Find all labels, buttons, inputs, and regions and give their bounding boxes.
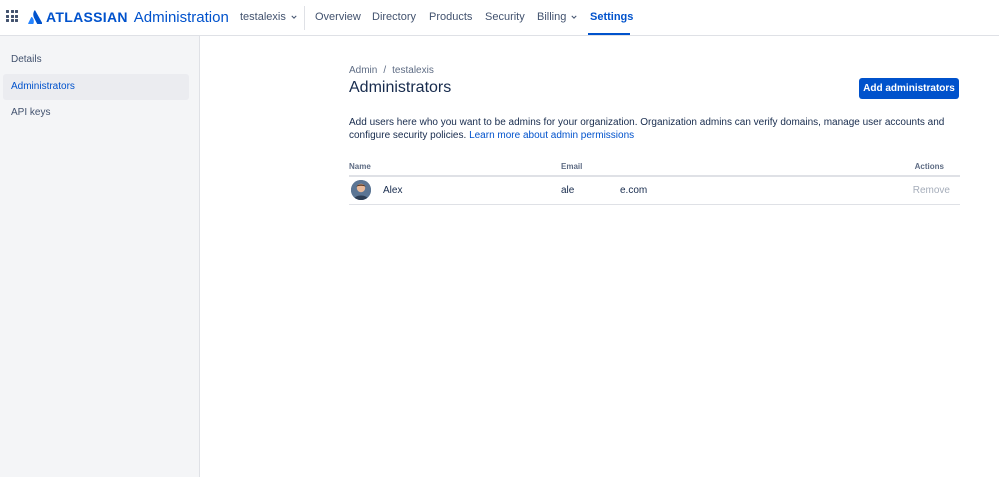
nav-divider	[304, 6, 305, 30]
top-navigation: ATLASSIAN Administration testalexis Over…	[0, 0, 999, 36]
tab-billing-label: Billing	[537, 11, 567, 23]
page-description: Add users here who you want to be admins…	[349, 116, 949, 142]
sidebar-item-details[interactable]: Details	[3, 47, 189, 73]
atlassian-logo[interactable]: ATLASSIAN Administration	[28, 8, 229, 26]
admin-name: Alex	[383, 185, 403, 196]
breadcrumb-org[interactable]: testalexis	[392, 65, 434, 76]
tab-products[interactable]: Products	[429, 11, 472, 23]
column-header-email: Email	[561, 162, 583, 171]
header-divider	[349, 175, 960, 177]
column-header-actions: Actions	[914, 162, 944, 171]
avatar	[351, 180, 371, 200]
chevron-down-icon	[571, 15, 577, 19]
description-text: Add users here who you want to be admins…	[349, 117, 945, 141]
tab-directory[interactable]: Directory	[372, 11, 416, 23]
tab-overview[interactable]: Overview	[315, 11, 361, 23]
user-photo-icon	[351, 180, 371, 200]
product-name: Administration	[133, 8, 229, 26]
tab-billing[interactable]: Billing	[537, 11, 577, 23]
remove-button[interactable]: Remove	[913, 185, 950, 196]
admin-email-end: e.com	[620, 185, 648, 196]
sidebar-item-administrators[interactable]: Administrators	[3, 74, 189, 100]
tab-security[interactable]: Security	[485, 11, 525, 23]
admin-email-start: ale	[561, 185, 575, 196]
brand-wordmark: ATLASSIAN	[46, 9, 128, 25]
tab-settings[interactable]: Settings	[590, 11, 633, 23]
breadcrumb-admin[interactable]: Admin	[349, 65, 377, 76]
add-administrators-button[interactable]: Add administrators	[859, 78, 959, 99]
grid-icon[interactable]	[6, 10, 18, 22]
row-divider	[349, 204, 960, 205]
atlassian-mark-icon	[28, 10, 42, 24]
sidebar: Details Administrators API keys	[0, 36, 200, 477]
breadcrumb: Admin / testalexis	[349, 65, 434, 76]
sidebar-item-api-keys[interactable]: API keys	[3, 100, 189, 126]
active-tab-indicator	[588, 33, 630, 35]
learn-more-link[interactable]: Learn more about admin permissions	[469, 130, 634, 141]
page-title: Administrators	[349, 79, 452, 96]
org-switcher[interactable]: testalexis	[240, 11, 297, 23]
column-header-name: Name	[349, 162, 371, 171]
chevron-down-icon	[291, 15, 297, 19]
breadcrumb-separator: /	[383, 65, 387, 76]
org-name: testalexis	[240, 11, 286, 23]
